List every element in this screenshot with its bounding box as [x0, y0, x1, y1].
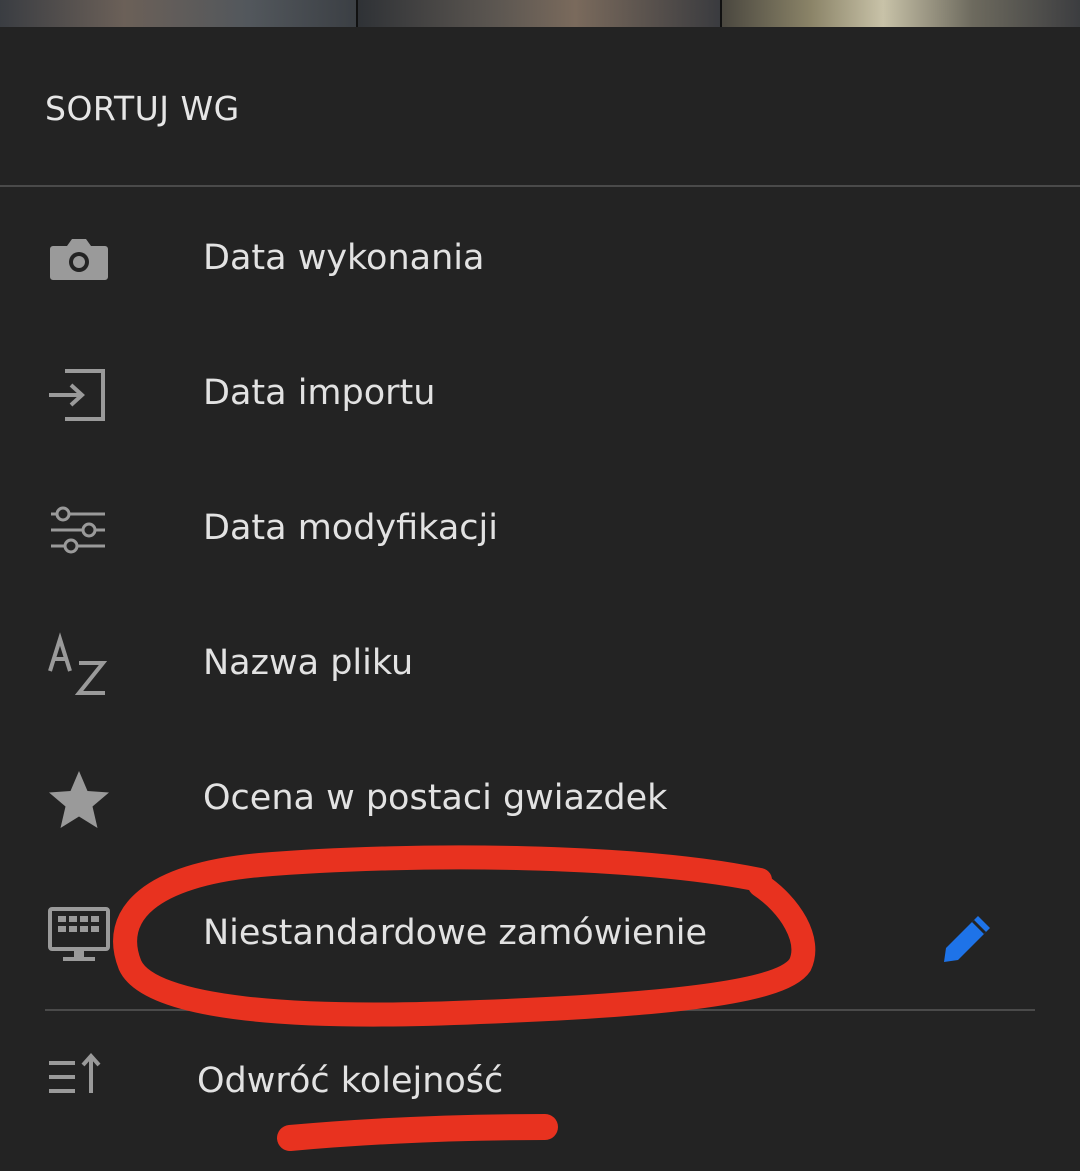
divider [0, 185, 1080, 187]
reverse-order-button[interactable]: Odwróć kolejność [0, 1027, 1080, 1137]
divider [45, 1009, 1035, 1011]
sheet-title: SORTUJ WG [45, 89, 240, 128]
sort-bottom-sheet: SORTUJ WG Data wykonania Data importu Da… [0, 27, 1080, 1171]
sort-option-label: Data wykonania [203, 238, 485, 278]
sort-option-import-date[interactable]: Data importu [0, 335, 1080, 455]
sort-option-modified-date[interactable]: Data modyfikacji [0, 470, 1080, 590]
camera-icon [45, 226, 113, 294]
sort-option-label: Ocena w postaci gwiazdek [203, 778, 668, 818]
photo-thumbnail[interactable] [358, 0, 720, 27]
photo-thumbnail-strip [0, 0, 1080, 27]
pencil-icon[interactable] [940, 912, 994, 966]
photo-thumbnail[interactable] [722, 0, 1080, 27]
monitor-grid-icon [45, 901, 113, 969]
sort-option-star-rating[interactable]: Ocena w postaci gwiazdek [0, 740, 1080, 860]
sort-option-label: Data importu [203, 373, 436, 413]
reverse-order-icon [45, 1049, 105, 1109]
sort-option-capture-date[interactable]: Data wykonania [0, 200, 1080, 320]
sort-option-label: Nazwa pliku [203, 643, 414, 683]
sort-option-custom-order[interactable]: Niestandardowe zamówienie [0, 875, 1080, 995]
photo-thumbnail[interactable] [0, 0, 356, 27]
reverse-order-label: Odwróć kolejność [197, 1061, 504, 1101]
sliders-icon [45, 496, 113, 564]
sort-option-file-name[interactable]: Nazwa pliku [0, 605, 1080, 725]
import-icon [45, 361, 113, 429]
star-icon [45, 766, 113, 834]
sort-option-label: Data modyfikacji [203, 508, 498, 548]
sort-option-label: Niestandardowe zamówienie [203, 913, 708, 953]
az-icon [45, 631, 113, 699]
